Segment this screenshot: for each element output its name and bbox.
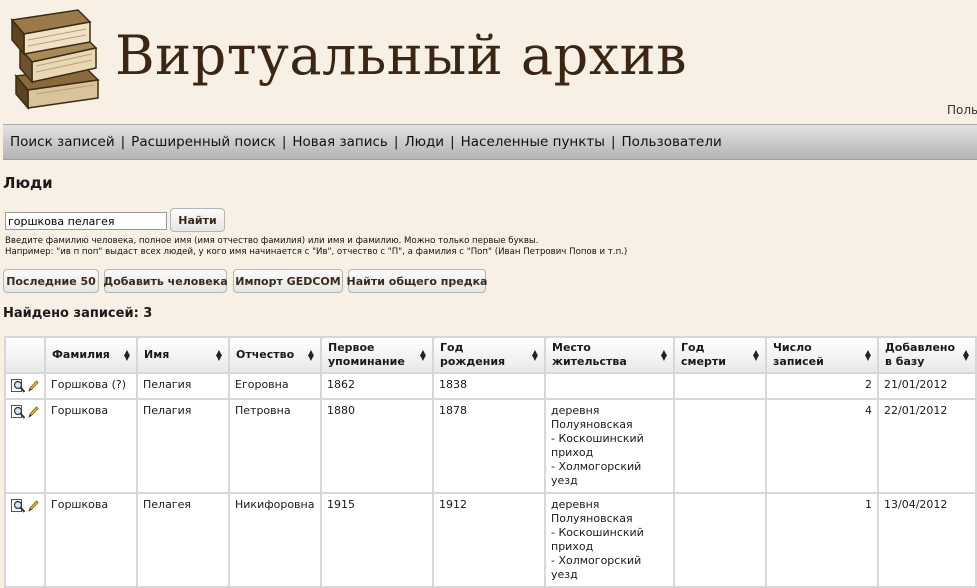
cell-birth-year: 1912 [432,492,546,588]
nav-advanced-search[interactable]: Расширенный поиск [125,134,282,150]
cell-added: 22/01/2012 [877,398,977,494]
sort-icon[interactable]: ▲ ▼ [420,349,426,362]
last-50-button[interactable]: Последние 50 [3,269,99,293]
cell-death-year [673,398,767,494]
site-title: Виртуальный архив [115,24,688,87]
sort-icon[interactable]: ▲ ▼ [308,349,314,362]
table-row: Горшкова Пелагия Петровна 1880 1878 дере… [4,398,977,494]
table-header-row: Фамилия ▲ ▼ Имя ▲ ▼ Отчество ▲ ▼ Первое упомин… [4,336,977,374]
cell-added: 13/04/2012 [877,492,977,588]
sort-icon[interactable]: ▲ ▼ [532,349,538,362]
col-added-label: Добавлено в базу [885,341,956,368]
sort-icon[interactable]: ▲ ▼ [661,349,667,362]
residence-line: - Коскошинский приход [551,526,644,553]
people-table: Фамилия ▲ ▼ Имя ▲ ▼ Отчество ▲ ▼ Первое упомин… [4,336,977,588]
col-surname-label: Фамилия [52,348,110,361]
main-nav: Поиск записей | Расширенный поиск | Нова… [3,124,977,160]
col-death-year-label: Год смерти [681,341,726,368]
cell-surname: Горшкова [44,492,138,588]
residence-line: - Коскошинский приход [551,432,644,459]
nav-places[interactable]: Населенные пункты [455,134,611,150]
user-link[interactable]: Польз [947,103,977,117]
col-name-header[interactable]: Имя ▲ ▼ [136,336,230,374]
cell-residence: деревня Полуяновская - Коскошинский прих… [544,492,675,588]
cell-surname: Горшкова [44,398,138,494]
edit-icon[interactable] [27,405,39,419]
residence-line: - Холмогорский уезд [551,460,642,487]
col-actions-header [4,336,46,374]
cell-name: Пелагия [136,372,230,400]
view-icon[interactable] [11,405,25,419]
col-records-header[interactable]: Число записей ▲ ▼ [765,336,879,374]
cell-birth-year: 1838 [432,372,546,400]
cell-added: 21/01/2012 [877,372,977,400]
cell-name: Пелагия [136,398,230,494]
col-first-mention-header[interactable]: Первое упоминание ▲ ▼ [320,336,434,374]
col-death-year-header[interactable]: Год смерти ▲ ▼ [673,336,767,374]
search-example: Например: "ив п поп" выдаст всех людей, … [5,247,628,257]
nav-people[interactable]: Люди [398,134,450,150]
residence-line: деревня Полуяновская [551,404,633,431]
import-gedcom-button[interactable]: Импорт GEDCOM [233,269,343,293]
view-icon[interactable] [11,499,25,513]
col-added-header[interactable]: Добавлено в базу ▲ ▼ [877,336,977,374]
residence-line: деревня Полуяновская [551,498,633,525]
cell-patronymic: Петровна [228,398,322,494]
row-actions [4,398,46,494]
nav-new-record[interactable]: Новая запись [286,134,393,150]
search-button[interactable]: Найти [170,208,225,232]
header: Виртуальный архив Польз [0,0,977,122]
sort-icon[interactable]: ▲ ▼ [124,349,130,362]
col-birth-year-header[interactable]: Год рождения ▲ ▼ [432,336,546,374]
cell-birth-year: 1878 [432,398,546,494]
cell-death-year [673,372,767,400]
cell-name: Пелагея [136,492,230,588]
cell-residence [544,372,675,400]
nav-users[interactable]: Пользователи [616,134,728,150]
row-actions [4,492,46,588]
sort-icon[interactable]: ▲ ▼ [865,349,871,362]
cell-records: 2 [765,372,879,400]
add-person-button[interactable]: Добавить человека [103,269,228,293]
cell-residence: деревня Полуяновская - Коскошинский прих… [544,398,675,494]
col-residence-label: Место жительства [552,341,627,368]
cell-first-mention: 1880 [320,398,434,494]
row-actions [4,372,46,400]
col-name-label: Имя [144,348,170,361]
cell-death-year [673,492,767,588]
cell-first-mention: 1862 [320,372,434,400]
cell-first-mention: 1915 [320,492,434,588]
col-birth-year-label: Год рождения [440,341,506,368]
col-first-mention-label: Первое упоминание [328,341,405,368]
sort-icon[interactable]: ▲ ▼ [216,349,222,362]
cell-records: 1 [765,492,879,588]
view-icon[interactable] [11,379,25,393]
search-input[interactable] [5,212,167,230]
col-records-label: Число записей [773,341,824,368]
sort-icon[interactable]: ▲ ▼ [963,349,969,362]
edit-icon[interactable] [27,499,39,513]
cell-patronymic: Никифоровна [228,492,322,588]
table-row: Горшкова (?) Пелагия Егоровна 1862 1838 … [4,372,977,400]
residence-line: - Холмогорский уезд [551,554,642,581]
col-surname-header[interactable]: Фамилия ▲ ▼ [44,336,138,374]
cell-patronymic: Егоровна [228,372,322,400]
page-title: Люди [3,174,53,192]
col-patronymic-header[interactable]: Отчество ▲ ▼ [228,336,322,374]
found-count: Найдено записей: 3 [3,306,153,321]
search-hint: Введите фамилию человека, полное имя (им… [5,236,539,246]
find-common-ancestor-button[interactable]: Найти общего предка [347,269,487,293]
col-residence-header[interactable]: Место жительства ▲ ▼ [544,336,675,374]
edit-icon[interactable] [27,379,39,393]
col-patronymic-label: Отчество [236,348,295,361]
cell-surname: Горшкова (?) [44,372,138,400]
sort-icon[interactable]: ▲ ▼ [753,349,759,362]
table-row: Горшкова Пелагея Никифоровна 1915 1912 д… [4,492,977,588]
nav-search-records[interactable]: Поиск записей [3,134,121,150]
books-logo-icon [6,6,104,111]
cell-records: 4 [765,398,879,494]
